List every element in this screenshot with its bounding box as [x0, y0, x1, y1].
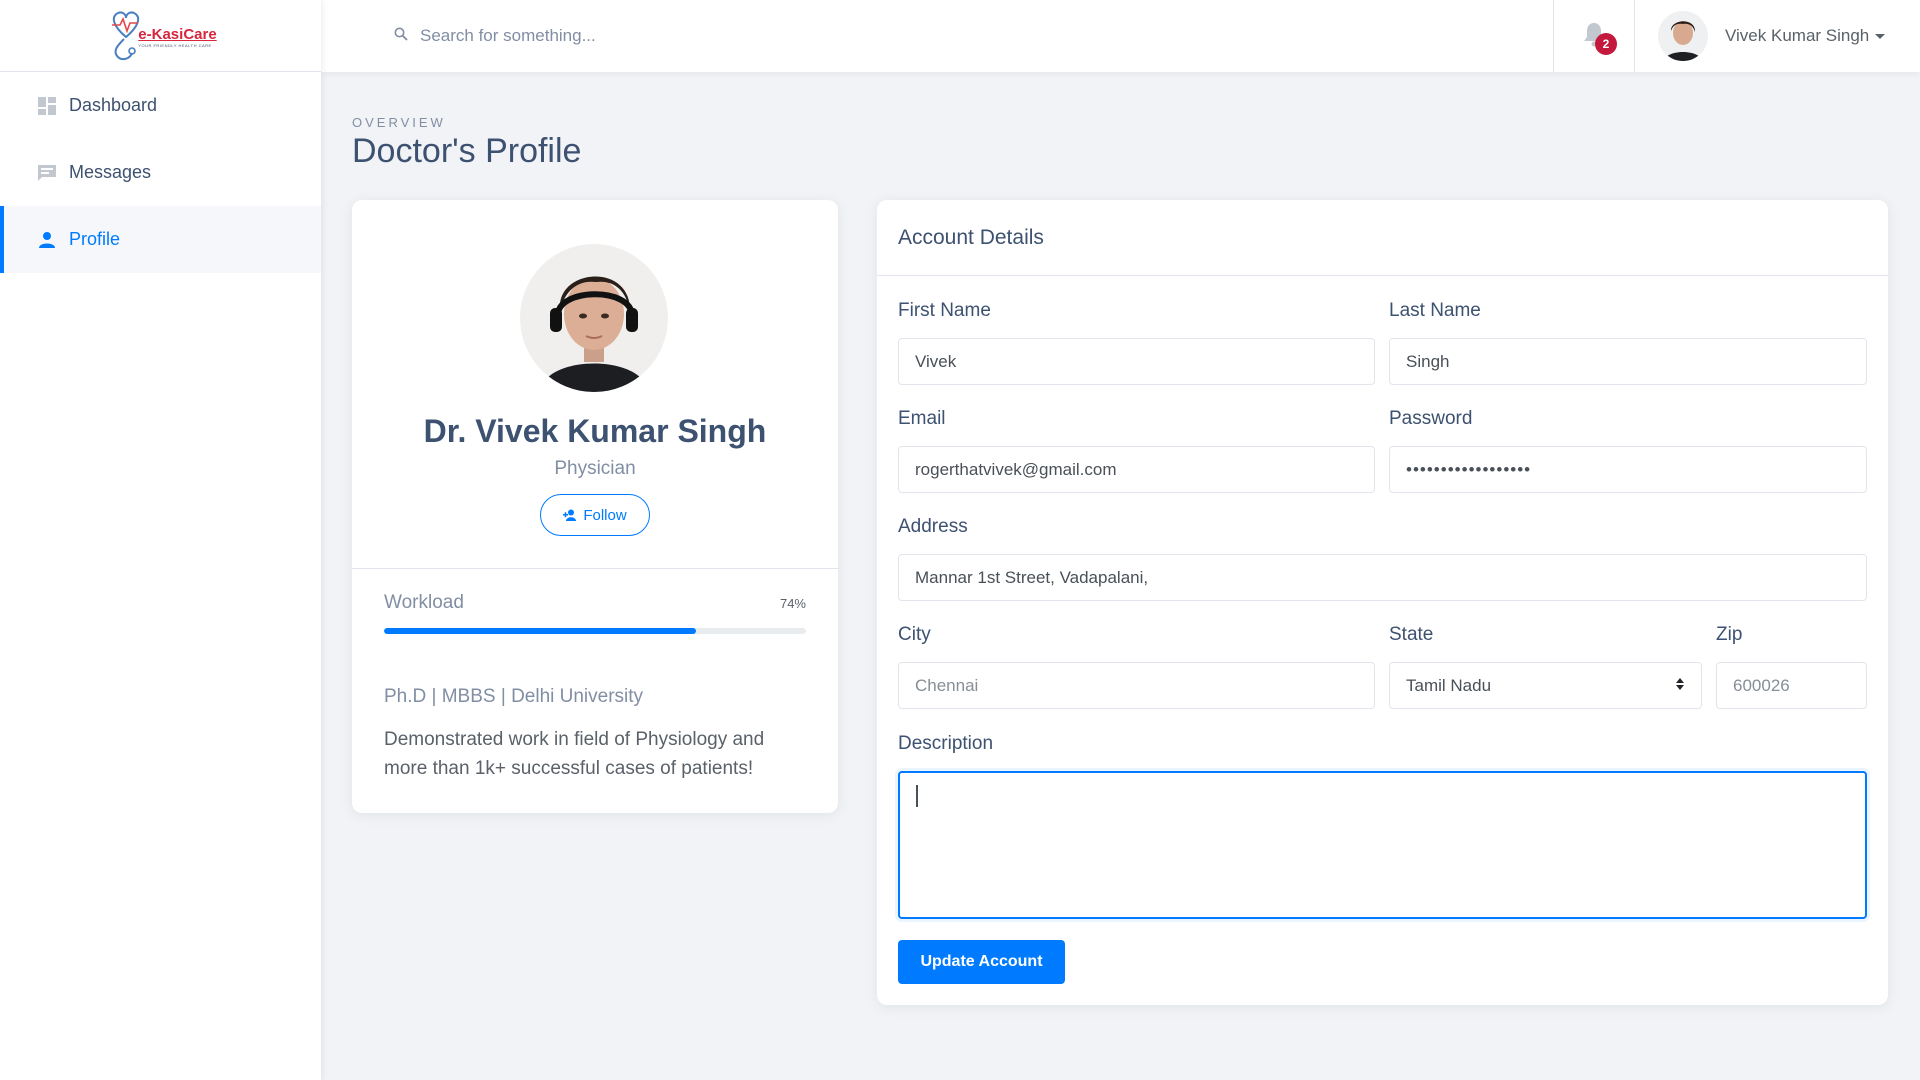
workload-progress-fill	[384, 628, 697, 634]
city-field[interactable]	[898, 662, 1375, 709]
search-input[interactable]	[420, 26, 1020, 46]
sidebar-item-label: Messages	[69, 162, 152, 182]
zip-label: Zip	[1716, 624, 1743, 645]
sidebar-item-messages[interactable]: Messages	[0, 139, 321, 206]
password-label: Password	[1389, 408, 1473, 429]
brand-tagline: YOUR FRIENDLY HEALTH CARE	[138, 42, 212, 48]
user-menu[interactable]: Vivek Kumar Singh	[1635, 0, 1920, 72]
account-details-card: Account Details First Name Last Name Ema…	[877, 200, 1888, 1005]
person-icon	[37, 230, 57, 250]
search-icon	[394, 27, 408, 46]
update-account-button[interactable]: Update Account	[898, 940, 1065, 984]
avatar	[1658, 11, 1708, 61]
city-label: City	[898, 624, 931, 645]
education: Ph.D | MBBS | Delhi University	[384, 686, 644, 707]
workload-label: Workload	[384, 592, 464, 613]
sidebar: e-KasiCare YOUR FRIENDLY HEALTH CARE Das…	[0, 0, 321, 1080]
topbar: 2 Vivek Kumar Singh	[321, 0, 1920, 72]
bio: Demonstrated work in field of Physiology…	[384, 729, 765, 779]
last-name-label: Last Name	[1389, 300, 1481, 321]
notification-badge: 2	[1595, 33, 1617, 55]
chevron-down-icon	[1875, 33, 1886, 39]
address-label: Address	[898, 516, 968, 537]
sidebar-item-label: Profile	[69, 229, 121, 249]
search-bar	[321, 0, 1553, 72]
select-arrows-icon	[1675, 676, 1685, 696]
page-title: Doctor's Profile	[352, 132, 582, 170]
state-label: State	[1389, 624, 1434, 645]
message-icon	[37, 163, 57, 183]
dashboard-icon	[37, 96, 57, 116]
brand-name: e-KasiCare	[138, 25, 217, 43]
workload-progress	[384, 628, 806, 634]
state-select[interactable]: Tamil Nadu	[1389, 662, 1702, 709]
follow-label: Follow	[583, 506, 627, 524]
notifications-button[interactable]: 2	[1553, 0, 1635, 72]
brand-logo[interactable]: e-KasiCare YOUR FRIENDLY HEALTH CARE	[0, 0, 321, 72]
last-name-field[interactable]	[1389, 338, 1867, 385]
follow-button[interactable]: Follow	[540, 494, 650, 536]
profile-summary: Dr. Vivek Kumar Singh Physician Follow	[352, 200, 838, 569]
profile-avatar	[520, 244, 668, 392]
email-field[interactable]	[898, 446, 1375, 493]
first-name-label: First Name	[898, 300, 991, 321]
add-user-icon	[563, 509, 577, 521]
description-textarea[interactable]	[898, 771, 1867, 919]
account-details-title: Account Details	[877, 200, 1888, 276]
address-field[interactable]	[898, 554, 1867, 601]
first-name-field[interactable]	[898, 338, 1375, 385]
profile-card: Dr. Vivek Kumar Singh Physician Follow W…	[352, 200, 838, 813]
page-subtitle: OVERVIEW	[352, 115, 446, 130]
state-value: Tamil Nadu	[1406, 675, 1492, 695]
sidebar-item-dashboard[interactable]: Dashboard	[0, 72, 321, 139]
text-cursor	[916, 785, 918, 807]
sidebar-item-label: Dashboard	[69, 95, 158, 115]
description-label: Description	[898, 733, 994, 754]
doctor-role: Physician	[554, 458, 636, 479]
workload-section: Workload 74%	[384, 592, 806, 634]
email-label: Email	[898, 408, 946, 429]
user-name: Vivek Kumar Singh	[1725, 26, 1870, 45]
doctor-name: Dr. Vivek Kumar Singh	[423, 413, 767, 449]
sidebar-item-profile[interactable]: Profile	[0, 206, 321, 273]
password-field[interactable]	[1389, 446, 1867, 493]
zip-field[interactable]	[1716, 662, 1867, 709]
sidebar-nav: Dashboard Messages Profile	[0, 72, 321, 273]
main-content: OVERVIEW Doctor's Profile Dr. Vivek Kuma…	[321, 72, 1920, 1080]
workload-percent: 74%	[779, 595, 806, 611]
